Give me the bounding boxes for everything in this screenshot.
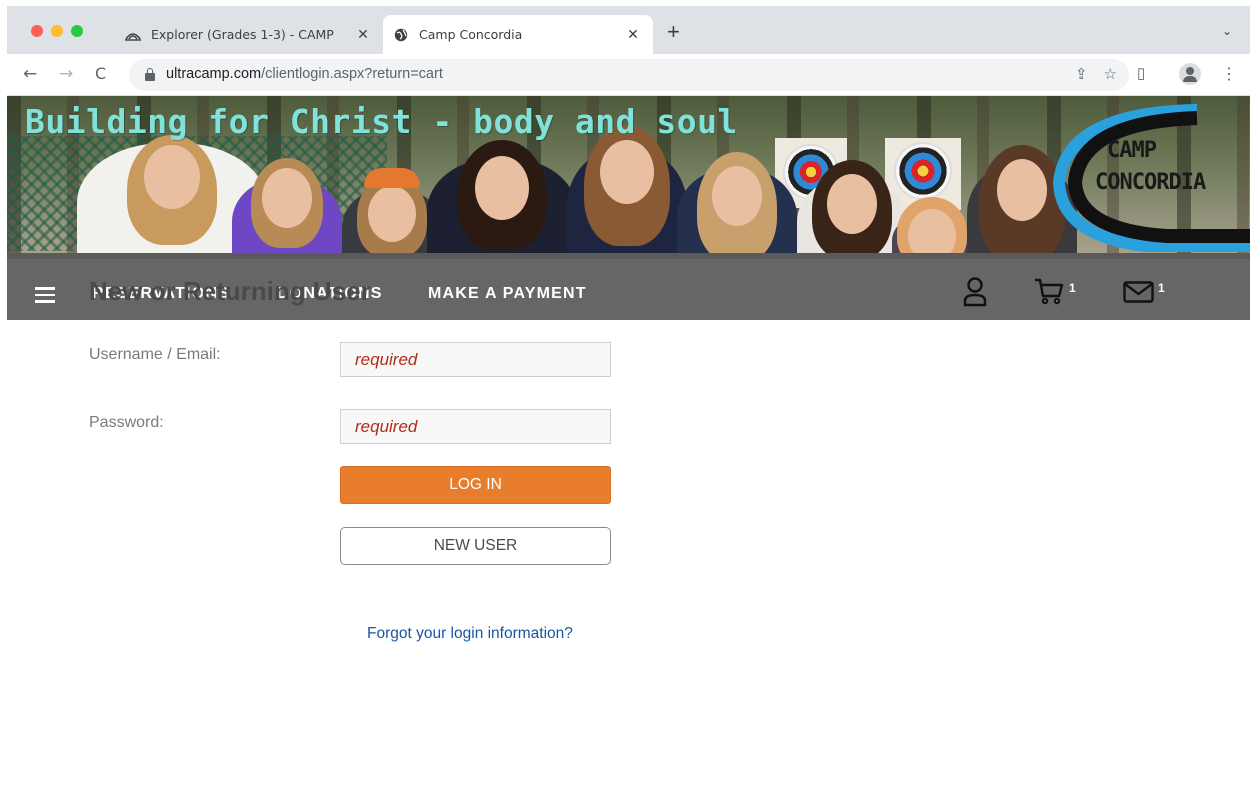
camp-concordia-logo[interactable]: CAMP CONCORDIA [1047, 102, 1250, 252]
new-tab-icon[interactable]: + [667, 21, 680, 43]
browser-toolbar: ← → C ultracamp.com/clientlogin.aspx?ret… [7, 54, 1250, 96]
mail-count-badge: 1 [1158, 281, 1165, 295]
page-content: Building for Christ - body and soul CAMP… [7, 96, 1250, 791]
side-panel-icon[interactable]: ▯ [1137, 64, 1145, 82]
mail-icon[interactable] [1123, 281, 1157, 303]
close-tab-icon[interactable]: ✕ [623, 27, 643, 43]
person-figure [427, 140, 577, 253]
url-text[interactable]: ultracamp.com/clientlogin.aspx?return=ca… [166, 66, 443, 82]
close-tab-icon[interactable]: ✕ [353, 27, 373, 43]
minimize-window-button[interactable] [51, 25, 63, 37]
hamburger-menu-icon[interactable] [35, 287, 55, 303]
tab-strip: Explorer (Grades 1-3) - CAMP ✕ Camp Conc… [7, 6, 1250, 54]
header-banner: Building for Christ - body and soul CAMP… [7, 96, 1250, 253]
url-host: ultracamp.com [166, 66, 262, 82]
person-figure [677, 152, 797, 253]
share-icon[interactable]: ⇪ [1075, 65, 1088, 83]
archery-target-graphic [894, 142, 952, 200]
url-path: /clientlogin.aspx?return=cart [261, 66, 443, 82]
forgot-login-link[interactable]: Forgot your login information? [367, 625, 573, 643]
close-window-button[interactable] [31, 25, 43, 37]
tab-camp-concordia[interactable]: Camp Concordia ✕ [383, 15, 653, 54]
logo-line-2: CONCORDIA [1095, 170, 1206, 195]
person-figure [892, 197, 972, 253]
browser-window: Explorer (Grades 1-3) - CAMP ✕ Camp Conc… [7, 6, 1250, 791]
profile-icon[interactable] [1179, 63, 1201, 85]
user-account-icon[interactable] [963, 277, 987, 307]
tab-explorer[interactable]: Explorer (Grades 1-3) - CAMP ✕ [115, 15, 383, 54]
cart-icon[interactable] [1034, 277, 1064, 305]
page-title: New or Returning User [89, 276, 371, 306]
password-label: Password: [89, 414, 164, 431]
person-figure [797, 160, 907, 253]
forward-icon[interactable]: → [59, 64, 73, 84]
person-figure [232, 158, 342, 253]
maximize-window-button[interactable] [71, 25, 83, 37]
cart-count-badge: 1 [1069, 281, 1076, 295]
globe-icon [393, 27, 409, 43]
username-input[interactable] [340, 342, 611, 377]
logo-line-1: CAMP [1107, 138, 1157, 163]
tab-title: Camp Concordia [419, 27, 523, 42]
address-bar[interactable]: ultracamp.com/clientlogin.aspx?return=ca… [129, 59, 1129, 91]
chevron-down-icon[interactable]: ⌄ [1222, 24, 1232, 38]
person-figure [567, 126, 687, 253]
star-icon[interactable]: ☆ [1104, 65, 1117, 83]
password-input[interactable] [340, 409, 611, 444]
nav-make-a-payment[interactable]: MAKE A PAYMENT [428, 285, 587, 303]
tab-title: Explorer (Grades 1-3) - CAMP [151, 27, 334, 42]
reload-icon[interactable]: C [95, 64, 106, 84]
username-label: Username / Email: [89, 346, 221, 363]
new-user-button[interactable]: NEW USER [340, 527, 611, 565]
lock-icon [145, 68, 155, 81]
banner-tagline: Building for Christ - body and soul [25, 102, 738, 141]
more-menu-icon[interactable]: ⋮ [1221, 64, 1237, 84]
back-icon[interactable]: ← [23, 64, 37, 84]
login-button[interactable]: LOG IN [340, 466, 611, 504]
ultracamp-icon [125, 27, 141, 43]
